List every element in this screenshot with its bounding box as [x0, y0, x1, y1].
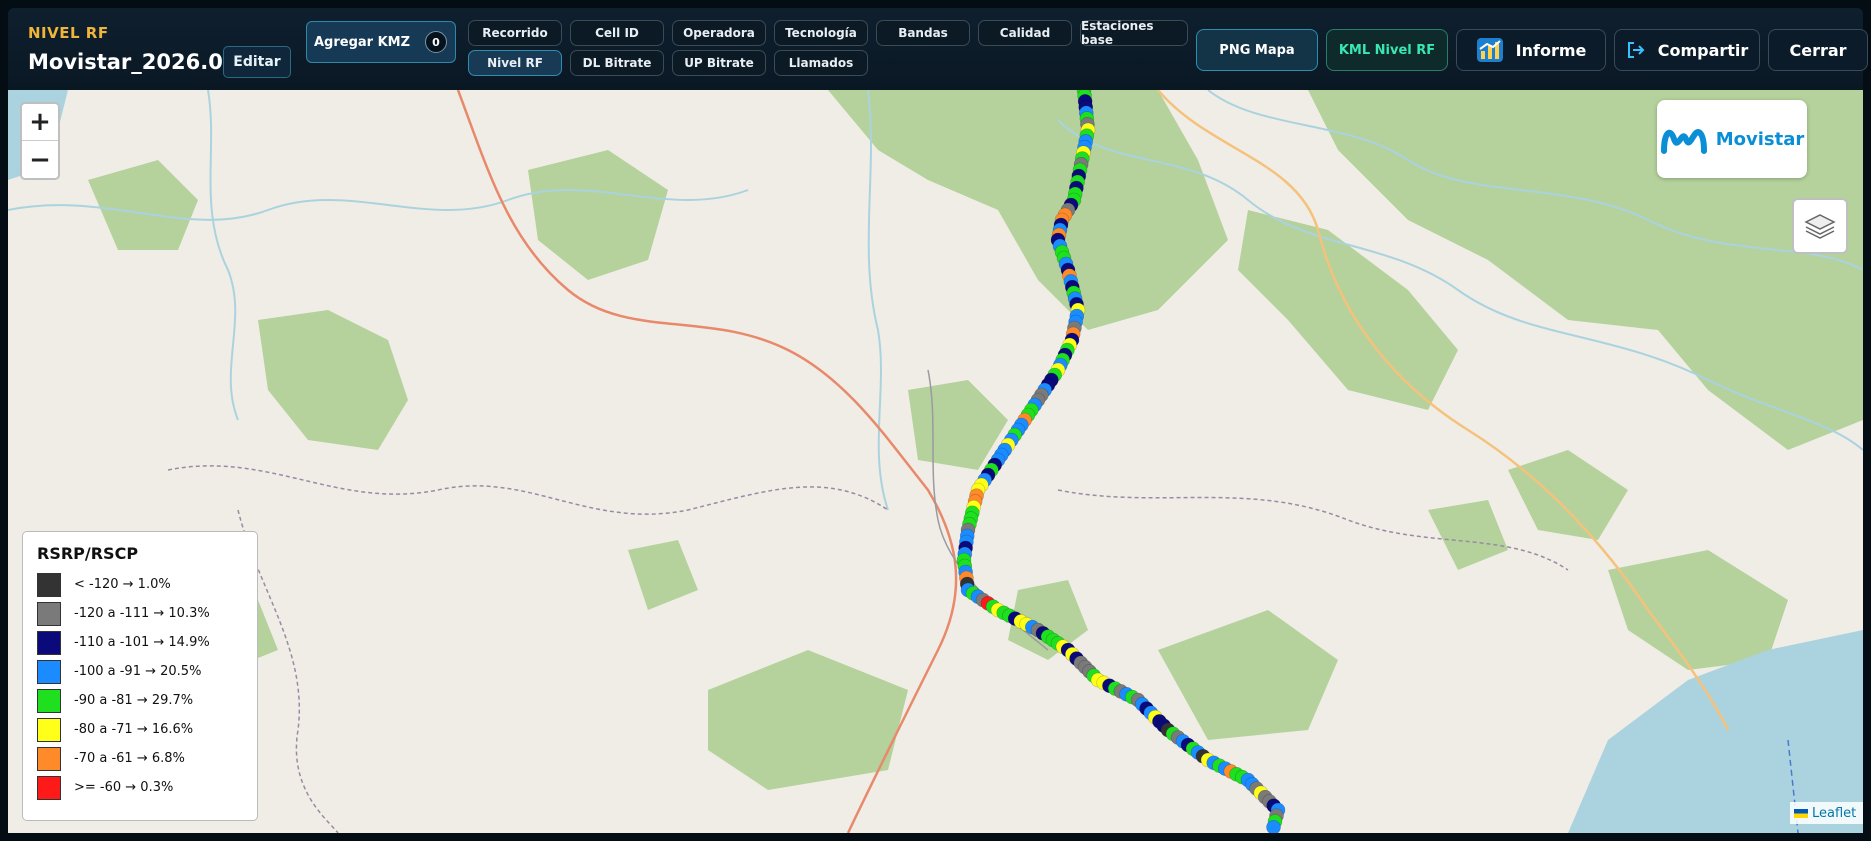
legend-swatch [37, 572, 61, 597]
route-sample-point[interactable] [1266, 819, 1281, 833]
legend-item: -80 a -71 → 16.6% [37, 715, 243, 744]
tab-calidad[interactable]: Calidad [978, 20, 1072, 46]
brand-name: Movistar [1715, 128, 1805, 150]
add-kmz-button[interactable]: Agregar KMZ 0 [306, 21, 456, 63]
legend-label: -80 a -71 → 16.6% [74, 722, 194, 737]
legend-label: >= -60 → 0.3% [74, 780, 174, 795]
legend-swatch [37, 746, 61, 771]
legend-item: -110 a -101 → 14.9% [37, 628, 243, 657]
legend-item: >= -60 → 0.3% [37, 773, 243, 802]
legend-title: RSRP/RSCP [37, 544, 139, 563]
tab-estaciones-base[interactable]: Estaciones base [1080, 19, 1188, 47]
tab-operadora[interactable]: Operadora [672, 20, 766, 46]
legend-item: -120 a -111 → 10.3% [37, 599, 243, 628]
rsrp-legend: RSRP/RSCP < -120 → 1.0% -120 a -111 → 10.… [22, 531, 258, 821]
tab-dl-bitrate[interactable]: DL Bitrate [570, 50, 664, 76]
layers-icon [1804, 214, 1836, 239]
mode-label: NIVEL RF [28, 24, 109, 42]
report-button[interactable]: Informe [1456, 29, 1606, 71]
share-label: Compartir [1657, 40, 1749, 60]
zoom-out-button[interactable]: − [22, 141, 58, 178]
top-toolbar: NIVEL RF Movistar_2026.0... Editar Agreg… [8, 8, 1868, 90]
legend-item: -90 a -81 → 29.7% [37, 686, 243, 715]
tab-nivel-rf[interactable]: Nivel RF [468, 50, 562, 76]
tab-up-bitrate[interactable]: UP Bitrate [672, 50, 766, 76]
zoom-control: + − [20, 102, 60, 180]
close-button[interactable]: Cerrar [1768, 29, 1868, 71]
report-label: Informe [1515, 40, 1587, 60]
legend-label: -110 a -101 → 14.9% [74, 635, 210, 650]
legend-swatch [37, 630, 61, 655]
app-window: NIVEL RF Movistar_2026.0... Editar Agreg… [0, 0, 1871, 841]
attribution-label: Leaflet [1812, 805, 1857, 821]
report-chart-icon [1476, 38, 1503, 62]
file-title: Movistar_2026.0... [28, 50, 247, 74]
legend-swatch [37, 688, 61, 713]
legend-label: -70 a -61 → 6.8% [74, 751, 185, 766]
ukraine-flag-icon [1794, 808, 1808, 818]
leaflet-attribution[interactable]: Leaflet [1790, 802, 1863, 824]
png-map-button[interactable]: PNG Mapa [1196, 29, 1318, 71]
tab-tecnolog-a[interactable]: Tecnología [774, 20, 868, 46]
legend-label: -120 a -111 → 10.3% [74, 606, 210, 621]
edit-button[interactable]: Editar [223, 46, 291, 78]
share-button[interactable]: Compartir [1614, 29, 1760, 71]
kmz-count-badge: 0 [425, 31, 447, 53]
operator-brand-card: Movistar [1657, 100, 1807, 178]
movistar-logo-icon [1660, 129, 1707, 154]
legend-list: < -120 → 1.0% -120 a -111 → 10.3% -110 a -… [37, 570, 243, 802]
legend-label: -100 a -91 → 20.5% [74, 664, 202, 679]
tab-recorrido[interactable]: Recorrido [468, 20, 562, 46]
map-basemap [8, 90, 1863, 833]
map-view[interactable]: + − Movistar RSRP/RSCP < -120 → 1.0% -120… [8, 90, 1863, 833]
legend-item: -100 a -91 → 20.5% [37, 657, 243, 686]
legend-item: < -120 → 1.0% [37, 570, 243, 599]
share-exit-icon [1627, 42, 1645, 58]
legend-label: -90 a -81 → 29.7% [74, 693, 194, 708]
legend-swatch [37, 775, 61, 800]
kml-rf-button[interactable]: KML Nivel RF [1326, 29, 1448, 71]
tab-llamados[interactable]: Llamados [774, 50, 868, 76]
legend-swatch [37, 659, 61, 684]
legend-label: < -120 → 1.0% [74, 577, 171, 592]
add-kmz-label: Agregar KMZ [314, 34, 411, 50]
tab-cell-id[interactable]: Cell ID [570, 20, 664, 46]
legend-swatch [37, 717, 61, 742]
tab-bandas[interactable]: Bandas [876, 20, 970, 46]
zoom-in-button[interactable]: + [22, 104, 58, 141]
layers-button[interactable] [1792, 198, 1848, 254]
legend-swatch [37, 601, 61, 626]
legend-item: -70 a -61 → 6.8% [37, 744, 243, 773]
